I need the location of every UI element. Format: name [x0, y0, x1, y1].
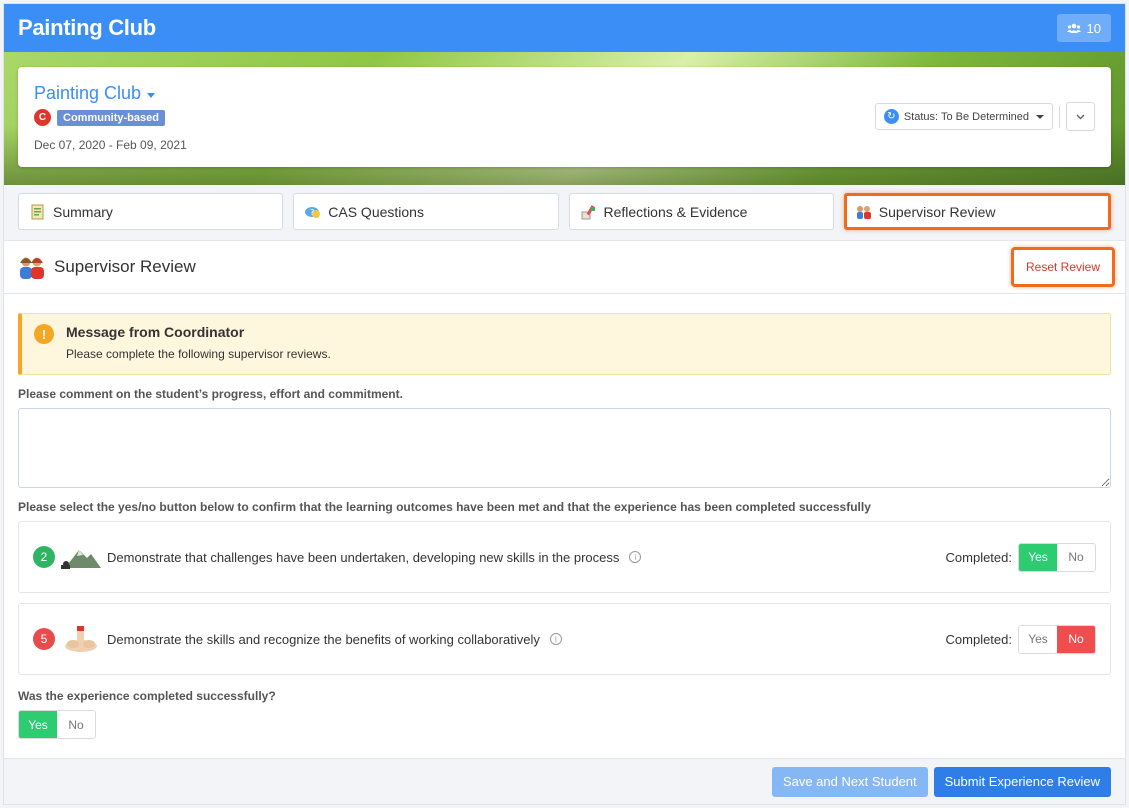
- questions-icon: ?: [305, 206, 321, 218]
- reset-review-button[interactable]: Reset Review: [1011, 247, 1115, 287]
- outcome-row: 2 Demonstrate that challenges have been …: [18, 521, 1111, 593]
- success-toggle: Yes No: [18, 710, 96, 739]
- tab-supervisor-review[interactable]: Supervisor Review: [843, 193, 1111, 230]
- tab-bar: Summary ? CAS Questions Reflections & Ev…: [4, 185, 1125, 241]
- tab-label: Reflections & Evidence: [603, 203, 748, 220]
- tab-label: Supervisor Review: [878, 203, 996, 220]
- outcome-text: Demonstrate that challenges have been un…: [107, 549, 620, 565]
- experience-selector[interactable]: Painting Club: [34, 83, 1095, 104]
- success-label: Was the experience completed successfull…: [18, 689, 276, 703]
- message-body: Please complete the following supervisor…: [66, 347, 331, 361]
- yes-button[interactable]: Yes: [1019, 543, 1057, 571]
- app-frame: Painting Club 10 Painting Club C Communi…: [3, 3, 1126, 805]
- tab-summary[interactable]: Summary: [18, 193, 284, 230]
- svg-text:?: ?: [310, 208, 314, 217]
- yes-button[interactable]: Yes: [1019, 625, 1057, 653]
- supervisor-icon: [20, 257, 44, 279]
- outcome-number: 5: [33, 628, 55, 650]
- footer-bar: Save and Next Student Submit Experience …: [4, 758, 1125, 804]
- outcome-number: 2: [33, 546, 55, 568]
- supervisor-icon: [856, 205, 871, 219]
- caret-down-icon: [1036, 114, 1044, 119]
- summary-icon: [31, 204, 44, 219]
- members-count: 10: [1086, 20, 1101, 36]
- experience-dates: Dec 07, 2020 - Feb 09, 2021: [34, 138, 187, 152]
- review-form: ! Message from Coordinator Please comple…: [4, 313, 1125, 739]
- tab-reflections[interactable]: Reflections & Evidence: [568, 193, 834, 230]
- experience-name: Painting Club: [34, 83, 142, 103]
- category-initial-badge: C: [34, 109, 51, 126]
- coordinator-message: ! Message from Coordinator Please comple…: [18, 313, 1111, 375]
- outcomes-label: Please select the yes/no button below to…: [18, 500, 871, 514]
- yes-button[interactable]: Yes: [19, 711, 57, 738]
- chevron-down-icon: [1076, 114, 1085, 119]
- outcome-row: 5 Demonstrate the skills and recognize t…: [18, 603, 1111, 675]
- yes-no-toggle: Yes No: [1018, 624, 1096, 654]
- section-header: Supervisor Review Reset Review: [4, 241, 1125, 294]
- no-button[interactable]: No: [1057, 625, 1095, 653]
- no-button[interactable]: No: [57, 711, 95, 738]
- section-title: Supervisor Review: [54, 257, 196, 276]
- message-title: Message from Coordinator: [66, 324, 245, 340]
- sync-icon: ↻: [883, 109, 899, 124]
- experience-banner: Painting Club C Community-based Dec 07, …: [4, 52, 1125, 185]
- comment-label: Please comment on the student’s progress…: [18, 387, 403, 401]
- divider: [1059, 105, 1060, 128]
- tab-label: CAS Questions: [328, 203, 424, 220]
- info-icon[interactable]: i: [549, 633, 562, 645]
- reflections-icon: [581, 204, 595, 219]
- category-badge: Community-based: [57, 109, 165, 126]
- info-icon[interactable]: i: [629, 551, 642, 563]
- submit-review-button[interactable]: Submit Experience Review: [933, 766, 1111, 797]
- completed-label: Completed:: [945, 631, 1012, 647]
- status-label: Status: To Be Determined: [903, 110, 1029, 123]
- comment-textarea[interactable]: [18, 408, 1111, 488]
- experience-card: Painting Club C Community-based Dec 07, …: [18, 67, 1111, 167]
- expand-button[interactable]: [1066, 102, 1095, 131]
- mountain-icon: [61, 550, 101, 569]
- members-button[interactable]: 10: [1056, 14, 1111, 42]
- no-button[interactable]: No: [1057, 543, 1095, 571]
- caret-down-icon: [147, 92, 156, 98]
- users-icon: [1066, 23, 1081, 33]
- top-bar: Painting Club 10: [4, 4, 1125, 52]
- tab-cas-questions[interactable]: ? CAS Questions: [293, 193, 559, 230]
- outcome-text: Demonstrate the skills and recognize the…: [107, 631, 540, 647]
- hands-together-icon: [65, 626, 97, 652]
- status-dropdown[interactable]: ↻ Status: To Be Determined: [874, 103, 1053, 130]
- yes-no-toggle: Yes No: [1018, 542, 1096, 572]
- tab-label: Summary: [53, 203, 113, 220]
- completed-label: Completed:: [945, 549, 1012, 565]
- exclamation-icon: !: [34, 324, 54, 344]
- page-title: Painting Club: [18, 15, 156, 40]
- save-next-button[interactable]: Save and Next Student: [771, 766, 928, 797]
